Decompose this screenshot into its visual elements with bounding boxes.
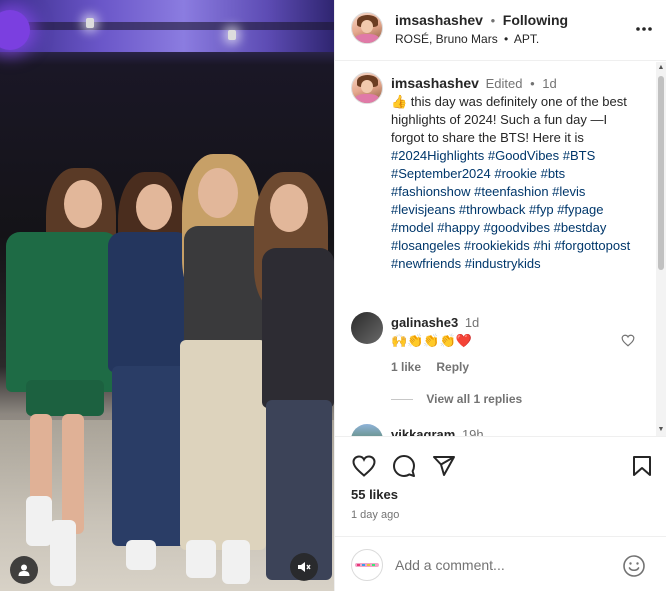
- comments-scrollbar[interactable]: ▲ ▼: [656, 62, 666, 436]
- likes-count[interactable]: 55 likes: [351, 487, 398, 502]
- caption-time: 1d: [542, 76, 557, 91]
- audio-info[interactable]: ROSÉ, Bruno Mars • APT.: [395, 32, 539, 46]
- separator-dot: •: [490, 13, 496, 28]
- comment-time: 1d: [464, 315, 480, 330]
- comments-list: imsashashev Edited • 1d 👍 this day was d…: [335, 62, 657, 436]
- post-actions: 55 likes 1 day ago: [335, 436, 666, 536]
- heart-icon: [352, 455, 376, 477]
- post-time[interactable]: 1 day ago: [351, 509, 399, 521]
- comment-like-count[interactable]: 1 like: [391, 360, 421, 374]
- comment-item: galinashe3 1d 🙌👏👏👏❤️ 1 like Reply View a…: [351, 312, 651, 432]
- more-horizontal-icon: [636, 27, 652, 31]
- send-icon: [433, 456, 455, 476]
- caption-body: this day was definitely one of the best …: [391, 94, 627, 145]
- viewer-logo: [355, 563, 379, 567]
- post-panel: imsashashev • Following ROSÉ, Bruno Mars…: [334, 0, 666, 591]
- edited-label: Edited: [485, 76, 523, 91]
- commenter-avatar[interactable]: [351, 312, 383, 344]
- commenter-username[interactable]: vikkagram: [391, 427, 455, 436]
- add-comment-bar: [335, 536, 666, 591]
- emoji-button[interactable]: [621, 553, 647, 579]
- smiley-icon: [623, 555, 645, 577]
- caption-hashtags[interactable]: #2024Highlights #GoodVibes #BTS #Septemb…: [391, 148, 630, 271]
- like-button[interactable]: [351, 453, 377, 479]
- audio-artist: ROSÉ, Bruno Mars: [395, 32, 498, 46]
- audio-separator: •: [504, 32, 509, 46]
- comment-input[interactable]: [395, 555, 615, 575]
- commenter-avatar[interactable]: [351, 424, 383, 436]
- user-icon: [18, 564, 30, 576]
- caption-username[interactable]: imsashashev: [391, 75, 479, 91]
- author-avatar[interactable]: [351, 12, 383, 44]
- tagged-users-button[interactable]: [10, 556, 38, 584]
- comment-button[interactable]: [391, 453, 417, 479]
- viewer-avatar: [351, 549, 383, 581]
- caption-emoji: 👍: [391, 94, 408, 109]
- comment-time: 19h: [461, 427, 484, 436]
- caption-avatar[interactable]: [351, 72, 383, 104]
- comment-like-button[interactable]: [621, 334, 635, 350]
- scroll-up-arrow[interactable]: ▲: [657, 64, 665, 72]
- scroll-thumb[interactable]: [658, 76, 664, 270]
- commenter-username[interactable]: galinashe3: [391, 315, 458, 330]
- share-button[interactable]: [431, 453, 457, 479]
- view-replies-button[interactable]: View all 1 replies: [391, 392, 522, 406]
- comment-item: vikkagram 19h: [351, 424, 651, 436]
- following-status[interactable]: Following: [503, 12, 568, 28]
- author-username[interactable]: imsashashev: [395, 12, 483, 28]
- reply-button[interactable]: Reply: [436, 360, 469, 374]
- save-button[interactable]: [629, 453, 655, 479]
- post-header: imsashashev • Following ROSÉ, Bruno Mars…: [335, 0, 666, 61]
- comment-icon: [393, 455, 415, 477]
- bookmark-icon: [633, 456, 651, 476]
- audio-track: APT.: [513, 32, 540, 46]
- more-options-button[interactable]: [631, 16, 657, 42]
- scroll-down-arrow[interactable]: ▼: [657, 426, 665, 434]
- comment-text: 🙌👏👏👏❤️: [391, 333, 472, 348]
- heart-icon: [621, 334, 635, 347]
- post-photo[interactable]: [0, 0, 334, 591]
- speaker-muted-icon: [298, 562, 311, 572]
- mute-button[interactable]: [290, 553, 318, 581]
- caption: imsashashev Edited • 1d 👍 this day was d…: [391, 75, 631, 271]
